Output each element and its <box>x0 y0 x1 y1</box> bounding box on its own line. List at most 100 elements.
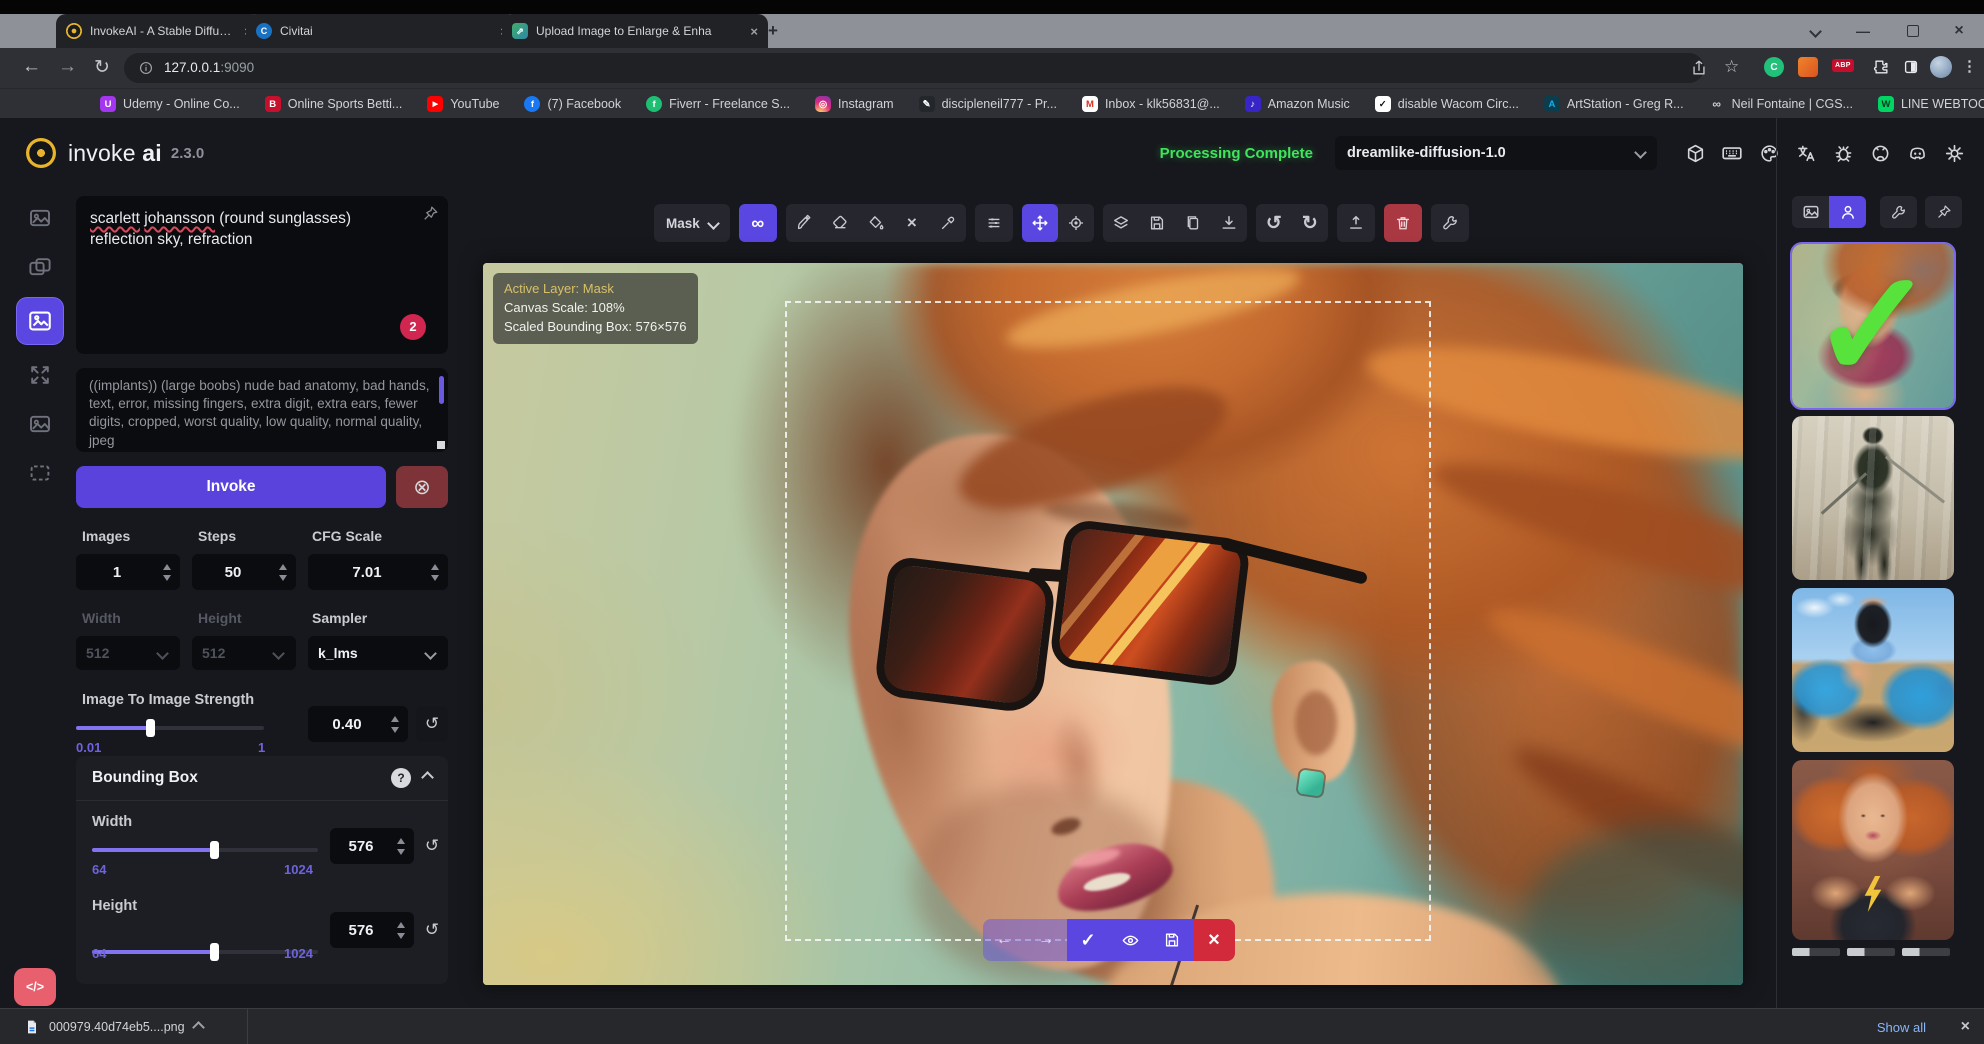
stepper-down[interactable] <box>163 575 171 581</box>
staging-next-button[interactable]: → <box>1025 919 1067 961</box>
tab-close-icon[interactable]: × <box>750 25 758 38</box>
gallery-resize-handle[interactable] <box>1776 118 1777 1008</box>
copy-to-clipboard-button[interactable] <box>1175 204 1211 242</box>
i2i-reset-button[interactable]: ↺ <box>416 706 448 742</box>
stepper-up[interactable] <box>391 716 399 722</box>
download-menu-chevron[interactable] <box>192 1021 205 1034</box>
bookmark-youtube[interactable]: ▶YouTube <box>427 96 499 112</box>
download-image-button[interactable] <box>1211 204 1247 242</box>
report-bug-button[interactable] <box>1829 139 1857 167</box>
undo-button[interactable]: ↺ <box>1256 204 1292 242</box>
bounding-box-header[interactable]: Bounding Box ? <box>76 756 448 801</box>
i2i-strength-slider[interactable] <box>76 718 264 736</box>
mask-options-button[interactable]: ∞ <box>739 204 777 242</box>
extensions-puzzle-icon[interactable] <box>1872 58 1890 76</box>
negative-prompt-input[interactable]: ((implants)) (large boobs) nude bad anat… <box>76 368 448 452</box>
eraser-tool-button[interactable] <box>822 204 858 242</box>
show-all-downloads-link[interactable]: Show all <box>1877 1009 1926 1044</box>
bookmark-amazon-music[interactable]: ♪Amazon Music <box>1245 96 1350 112</box>
tab-upscaling[interactable] <box>22 406 58 442</box>
brush-tool-button[interactable] <box>786 204 822 242</box>
staging-toggle-visibility-button[interactable] <box>1109 919 1151 961</box>
settings-button[interactable] <box>1940 139 1968 167</box>
language-button[interactable] <box>1792 139 1820 167</box>
steps-input[interactable]: 50 <box>192 554 296 590</box>
bookmark-star-icon[interactable]: ☆ <box>1724 57 1739 77</box>
color-picker-button[interactable] <box>930 204 966 242</box>
theme-button[interactable] <box>1755 139 1783 167</box>
address-bar[interactable]: 127.0.0.1:9090 <box>124 53 1704 83</box>
forward-button[interactable]: → <box>58 56 77 78</box>
discord-button[interactable] <box>1903 139 1931 167</box>
reload-button[interactable]: ↻ <box>94 56 110 79</box>
bookmark-fiverr[interactable]: fFiverr - Freelance S... <box>646 96 790 112</box>
unified-canvas[interactable]: Active Layer: Mask Canvas Scale: 108% Sc… <box>483 263 1743 985</box>
bookmark-facebook[interactable]: f(7) Facebook <box>524 96 621 112</box>
new-tab-button[interactable]: + <box>760 18 786 44</box>
staging-discard-button[interactable]: × <box>1193 919 1235 961</box>
adblock-plus-icon[interactable]: ABP <box>1832 59 1854 72</box>
tab-image-to-image[interactable] <box>22 249 58 285</box>
gallery-images-tab[interactable] <box>1792 196 1829 228</box>
tab-training[interactable] <box>22 455 58 491</box>
github-button[interactable] <box>1866 139 1894 167</box>
share-icon[interactable] <box>1690 59 1708 77</box>
extension-green-icon[interactable]: C <box>1764 57 1784 77</box>
stepper-up[interactable] <box>397 838 405 844</box>
stepper-up[interactable] <box>431 564 439 570</box>
stepper-down[interactable] <box>391 727 399 733</box>
bookmark-artstation[interactable]: AArtStation - Greg R... <box>1544 96 1684 112</box>
tab-text-to-image[interactable] <box>22 200 58 236</box>
help-icon[interactable]: ? <box>391 768 411 788</box>
gallery-pin-button[interactable] <box>1925 196 1962 228</box>
redo-button[interactable]: ↻ <box>1292 204 1328 242</box>
console-toggle-button[interactable]: </> <box>14 968 56 1006</box>
height-select[interactable]: 512 <box>192 636 296 670</box>
upload-image-button[interactable] <box>1337 204 1375 242</box>
fill-bounding-box-button[interactable] <box>858 204 894 242</box>
model-manager-button[interactable] <box>1681 139 1709 167</box>
merge-visible-button[interactable] <box>1103 204 1139 242</box>
browser-tab-invokeai[interactable]: InvokeAI - A Stable Diffusion Too × <box>56 14 262 48</box>
tab-search-button[interactable] <box>1800 18 1830 44</box>
stepper-up[interactable] <box>163 564 171 570</box>
hotkeys-button[interactable] <box>1718 139 1746 167</box>
i2i-strength-input[interactable]: 0.40 <box>308 706 408 742</box>
bookmark-sports[interactable]: BOnline Sports Betti... <box>265 96 403 112</box>
bookmark-inbox[interactable]: MInbox - klk56831@... <box>1082 96 1220 112</box>
extension-orange-icon[interactable] <box>1798 57 1818 77</box>
bookmark-webtoon[interactable]: WLINE WEBTOON - G... <box>1878 96 1984 112</box>
site-info-icon[interactable] <box>138 60 154 76</box>
browser-tab-upload[interactable]: ⇗ Upload Image to Enlarge & Enha × <box>502 14 768 48</box>
sidepanel-icon[interactable] <box>1902 58 1920 76</box>
window-close-button[interactable]: × <box>1944 18 1974 44</box>
bookmark-discipleneil[interactable]: ✎discipleneil777 - Pr... <box>919 96 1057 112</box>
invoke-button[interactable]: Invoke <box>76 466 386 508</box>
brush-options-button[interactable] <box>975 204 1013 242</box>
model-select[interactable]: dreamlike-diffusion-1.0 <box>1335 136 1657 170</box>
gallery-settings-button[interactable] <box>1880 196 1917 228</box>
bbox-width-slider[interactable] <box>92 840 318 858</box>
canvas-settings-button[interactable] <box>1431 204 1469 242</box>
stepper-down[interactable] <box>431 575 439 581</box>
back-button[interactable]: ← <box>22 56 41 78</box>
gallery-thumbnail[interactable] <box>1792 588 1954 752</box>
staging-previous-button[interactable]: ← <box>983 919 1025 961</box>
bbox-width-reset-button[interactable]: ↺ <box>420 830 444 862</box>
stepper-down[interactable] <box>397 933 405 939</box>
cfg-scale-input[interactable]: 7.01 <box>308 554 448 590</box>
gallery-thumbnail[interactable] <box>1792 416 1954 580</box>
bounding-box-overlay[interactable] <box>785 301 1431 941</box>
prompt-input[interactable]: scarlett johansson (round sunglasses) re… <box>76 196 448 354</box>
staging-accept-button[interactable]: ✓ <box>1067 919 1109 961</box>
stepper-down[interactable] <box>397 849 405 855</box>
layer-select[interactable]: Mask <box>654 204 730 242</box>
bookmark-instagram[interactable]: ◎Instagram <box>815 96 894 112</box>
scrollbar[interactable] <box>439 376 444 404</box>
collapse-chevron-icon[interactable] <box>421 771 434 784</box>
browser-menu-icon[interactable]: ⋮ <box>1962 57 1977 75</box>
slider-handle[interactable] <box>210 841 219 859</box>
window-minimize-button[interactable]: — <box>1848 18 1878 44</box>
slider-handle[interactable] <box>146 719 155 737</box>
window-maximize-button[interactable] <box>1898 18 1928 44</box>
